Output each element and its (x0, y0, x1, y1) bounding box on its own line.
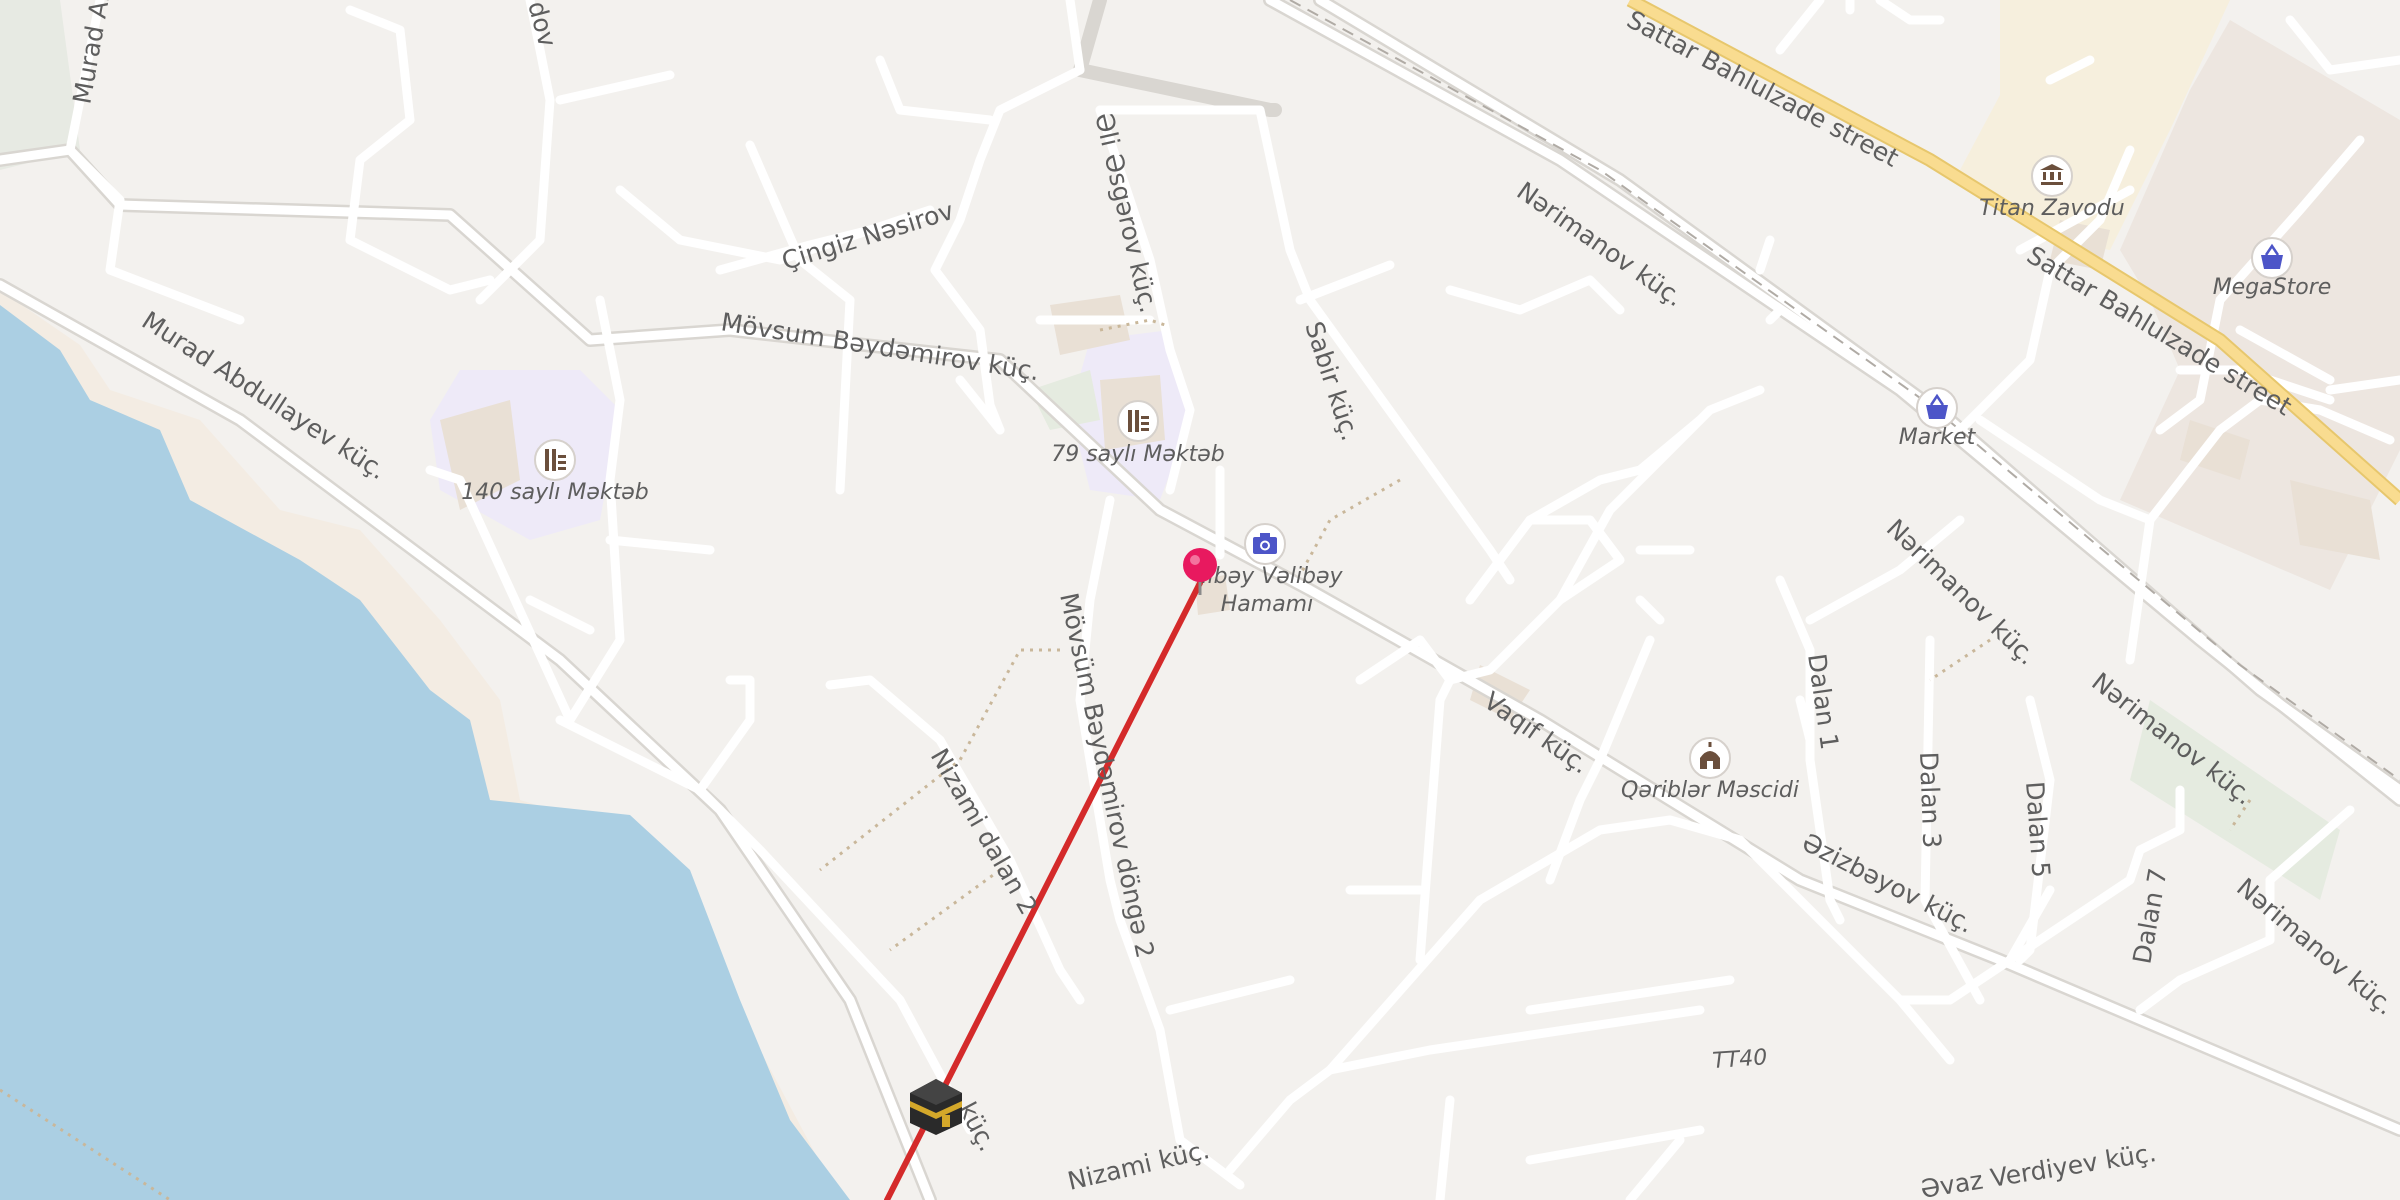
poi-label-mosque: Qəriblər Məscidi (1621, 778, 1799, 803)
poi-label-hamam-2: Hamamı (1221, 592, 1313, 617)
map-svg[interactable]: Sattar Bahlulzade street Sattar Bahlulza… (0, 0, 2400, 1200)
poi-label-megastore: MegaStore (2213, 275, 2332, 300)
school-icon[interactable] (534, 439, 576, 481)
poi-label-school79: 79 saylı Məktəb (1051, 442, 1225, 467)
school-icon[interactable] (1117, 400, 1159, 442)
shopping-basket-icon[interactable] (2251, 237, 2293, 279)
mosque-icon[interactable] (1689, 737, 1731, 779)
street-label-dalan3: Dalan 3 (1914, 751, 1946, 849)
poi-label-school140: 140 saylı Məktəb (461, 480, 649, 505)
poi-label-hamam-1: libəy Vəlibəy (1201, 564, 1343, 589)
map-canvas[interactable]: Sattar Bahlulzade street Sattar Bahlulza… (0, 0, 2400, 1200)
museum-icon[interactable] (2031, 155, 2073, 197)
shopping-basket-icon[interactable] (1916, 387, 1958, 429)
poi-label-titan: Titan Zavodu (1979, 196, 2125, 221)
poi-label-market: Market (1899, 425, 1977, 450)
camera-icon[interactable] (1244, 523, 1286, 565)
street-label-tt40: TT40 (1712, 1045, 1768, 1074)
